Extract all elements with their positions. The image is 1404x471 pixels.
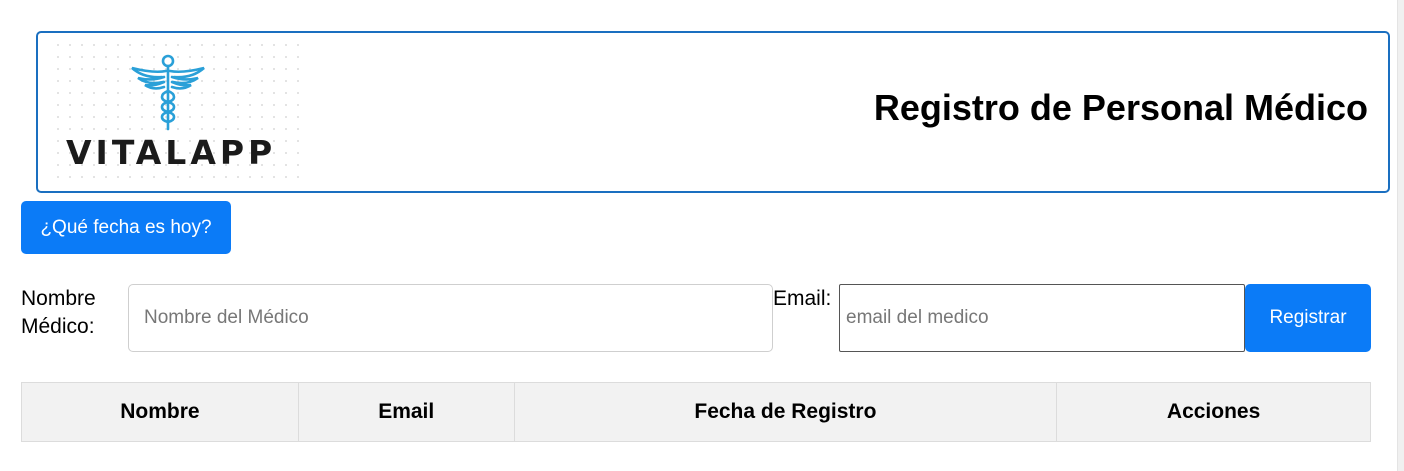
scrollbar[interactable] [1397,0,1404,471]
nombre-label: Nombre Médico: [21,287,96,338]
column-header-email: Email [297,382,515,442]
register-button[interactable]: Registrar [1245,284,1371,352]
table-header-row: Nombre Email Fecha de Registro Acciones [21,382,1371,442]
logo-text: VITALAPP [66,133,277,172]
page-title: Registro de Personal Médico [873,87,1368,128]
nombre-input[interactable] [128,284,773,352]
email-input[interactable] [839,284,1245,352]
date-button[interactable]: ¿Qué fecha es hoy? [21,201,231,254]
column-header-acciones: Acciones [1056,382,1371,442]
email-label: Email: [773,287,832,310]
caduceus-icon [131,54,205,131]
table-header: Nombre Email Fecha de Registro Acciones [21,382,1371,442]
page-header: VITALAPP Registro de Personal Médico [36,31,1390,193]
column-header-nombre: Nombre [21,382,299,442]
vitalapp-logo: VITALAPP [52,39,302,185]
column-header-fecha-registro: Fecha de Registro [513,382,1058,442]
staff-table: Nombre Email Fecha de Registro Acciones [21,382,1371,442]
